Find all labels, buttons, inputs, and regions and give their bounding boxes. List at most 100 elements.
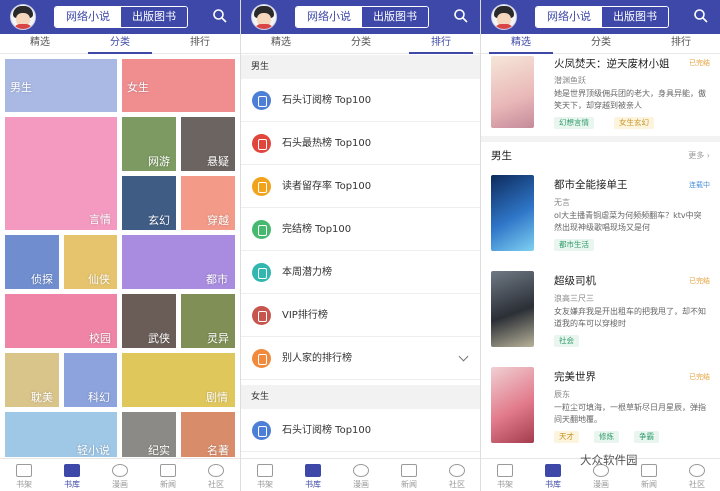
tab-network-novel[interactable]: 网络小说 <box>296 7 362 27</box>
nav-bookshelf[interactable]: 书架 <box>241 459 289 491</box>
library-icon <box>545 464 561 477</box>
ranking-row-expandable[interactable]: 别人家的排行榜 <box>241 337 480 380</box>
book-cover[interactable] <box>491 56 534 128</box>
news-icon <box>641 464 657 477</box>
category-tile-documentary[interactable]: 纪实 <box>122 412 176 457</box>
ranking-row[interactable]: 本周潜力榜 <box>241 251 480 294</box>
avatar[interactable] <box>251 4 277 30</box>
book-tag[interactable]: 都市生活 <box>554 239 594 251</box>
search-icon[interactable] <box>453 8 469 24</box>
main-tabs: 精选 分类 排行 <box>241 34 480 54</box>
top-header: 网络小说 出版图书 <box>0 0 240 34</box>
main-tabs: 精选 分类 排行 <box>481 34 720 54</box>
book-tag[interactable]: 修炼 <box>594 431 619 443</box>
category-tile-campus[interactable]: 校园 <box>5 294 117 348</box>
category-tile-male[interactable]: 男生 <box>5 59 117 112</box>
book-tag[interactable]: 幻想言情 <box>554 117 594 129</box>
book-title[interactable]: 完美世界 <box>554 369 596 384</box>
category-tile-urban[interactable]: 都市 <box>122 235 235 289</box>
book-tag[interactable]: 天才 <box>554 431 579 443</box>
category-tile-supernatural[interactable]: 灵异 <box>181 294 235 348</box>
tab-category[interactable]: 分类 <box>321 34 401 53</box>
more-link[interactable]: 更多 › <box>688 150 710 161</box>
ranking-section-female: 女生 <box>241 385 480 409</box>
category-tile-xianxia[interactable]: 仙侠 <box>64 235 117 289</box>
ranking-row[interactable]: 石头订阅榜 Top100 <box>241 409 480 452</box>
nav-library[interactable]: 书库 <box>289 459 337 491</box>
category-tile-classics[interactable]: 名著 <box>181 412 235 457</box>
bookshelf-icon <box>16 464 32 477</box>
nav-comics[interactable]: 漫画 <box>96 459 144 491</box>
more-dots-icon <box>252 349 271 368</box>
tab-ranking[interactable]: 排行 <box>160 34 240 53</box>
book-tag[interactable]: 女生玄幻 <box>614 117 654 129</box>
source-switch: 网络小说 出版图书 <box>295 6 429 28</box>
bottom-nav: 书架 书库 漫画 新闻 社区 <box>241 458 480 491</box>
nav-bookshelf[interactable]: 书架 <box>481 459 529 491</box>
nav-community[interactable]: 社区 <box>192 459 240 491</box>
category-tile-fantasy[interactable]: 玄幻 <box>122 176 176 230</box>
library-icon <box>305 464 321 477</box>
tab-featured[interactable]: 精选 <box>0 34 80 53</box>
book-cover[interactable] <box>491 367 534 443</box>
nav-bookshelf[interactable]: 书架 <box>0 459 48 491</box>
avatar[interactable] <box>491 4 517 30</box>
category-tile-female[interactable]: 女生 <box>122 59 235 112</box>
category-tile-time-travel[interactable]: 穿越 <box>181 176 235 230</box>
book-cover[interactable] <box>491 175 534 251</box>
category-tile-light-novel[interactable]: 轻小说 <box>5 412 117 457</box>
nav-community[interactable]: 社区 <box>433 459 480 491</box>
subscription-icon <box>252 91 271 110</box>
book-cover[interactable] <box>491 271 534 347</box>
ranking-row[interactable]: 读者留存率 Top100 <box>241 165 480 208</box>
book-tag[interactable]: 争霸 <box>634 431 659 443</box>
nav-library[interactable]: 书库 <box>529 459 577 491</box>
book-status: 连载中 <box>689 181 710 189</box>
category-tile-danmei[interactable]: 耽美 <box>5 353 59 407</box>
tab-ranking[interactable]: 排行 <box>401 34 480 54</box>
category-tile-scifi[interactable]: 科幻 <box>64 353 117 407</box>
category-tile-wuxia[interactable]: 武侠 <box>122 294 176 348</box>
nav-library[interactable]: 书库 <box>48 459 96 491</box>
book-title[interactable]: 火凤焚天：逆天废材小姐 <box>554 56 670 71</box>
community-icon <box>689 464 705 477</box>
nav-comics[interactable]: 漫画 <box>337 459 385 491</box>
watermark: 大众软件园 <box>580 453 638 467</box>
tab-featured[interactable]: 精选 <box>241 34 321 53</box>
tab-printed-books[interactable]: 出版图书 <box>602 7 668 27</box>
tab-category[interactable]: 分类 <box>80 34 160 54</box>
ranking-row[interactable]: 石头订阅榜 Top100 <box>241 79 480 122</box>
tab-featured[interactable]: 精选 <box>481 34 561 54</box>
tab-ranking[interactable]: 排行 <box>641 34 720 53</box>
tab-network-novel[interactable]: 网络小说 <box>536 7 602 27</box>
bookshelf-icon <box>257 464 273 477</box>
category-tile-online-game[interactable]: 网游 <box>122 117 176 171</box>
book-description: 女友嫌弃我是开出租车的把我甩了，却不知道我的车可以穿梭时 <box>554 307 706 328</box>
search-icon[interactable] <box>212 8 228 24</box>
comics-icon <box>112 464 128 477</box>
tab-printed-books[interactable]: 出版图书 <box>362 7 428 27</box>
tab-network-novel[interactable]: 网络小说 <box>55 7 121 27</box>
category-tile-drama[interactable]: 剧情 <box>122 353 235 407</box>
potential-icon <box>252 263 271 282</box>
category-tile-romance[interactable]: 言情 <box>5 117 117 230</box>
category-tile-suspense[interactable]: 悬疑 <box>181 117 235 171</box>
book-title[interactable]: 都市全能接单王 <box>554 177 628 192</box>
book-author: 辰东 <box>554 390 570 399</box>
nav-community[interactable]: 社区 <box>673 459 720 491</box>
book-status: 已完结 <box>689 373 710 381</box>
tab-category[interactable]: 分类 <box>561 34 641 53</box>
crown-icon <box>252 306 271 325</box>
tab-printed-books[interactable]: 出版图书 <box>121 7 187 27</box>
avatar[interactable] <box>10 4 36 30</box>
ranking-row[interactable]: VIP排行榜 <box>241 294 480 337</box>
ranking-row[interactable]: 完结榜 Top100 <box>241 208 480 251</box>
section-title: 男生 <box>491 150 512 162</box>
nav-news[interactable]: 新闻 <box>144 459 192 491</box>
ranking-row[interactable]: 石头最热榜 Top100 <box>241 122 480 165</box>
book-tag[interactable]: 社会 <box>554 335 579 347</box>
nav-news[interactable]: 新闻 <box>385 459 433 491</box>
category-tile-detective[interactable]: 侦探 <box>5 235 59 289</box>
book-title[interactable]: 超级司机 <box>554 273 596 288</box>
search-icon[interactable] <box>693 8 709 24</box>
